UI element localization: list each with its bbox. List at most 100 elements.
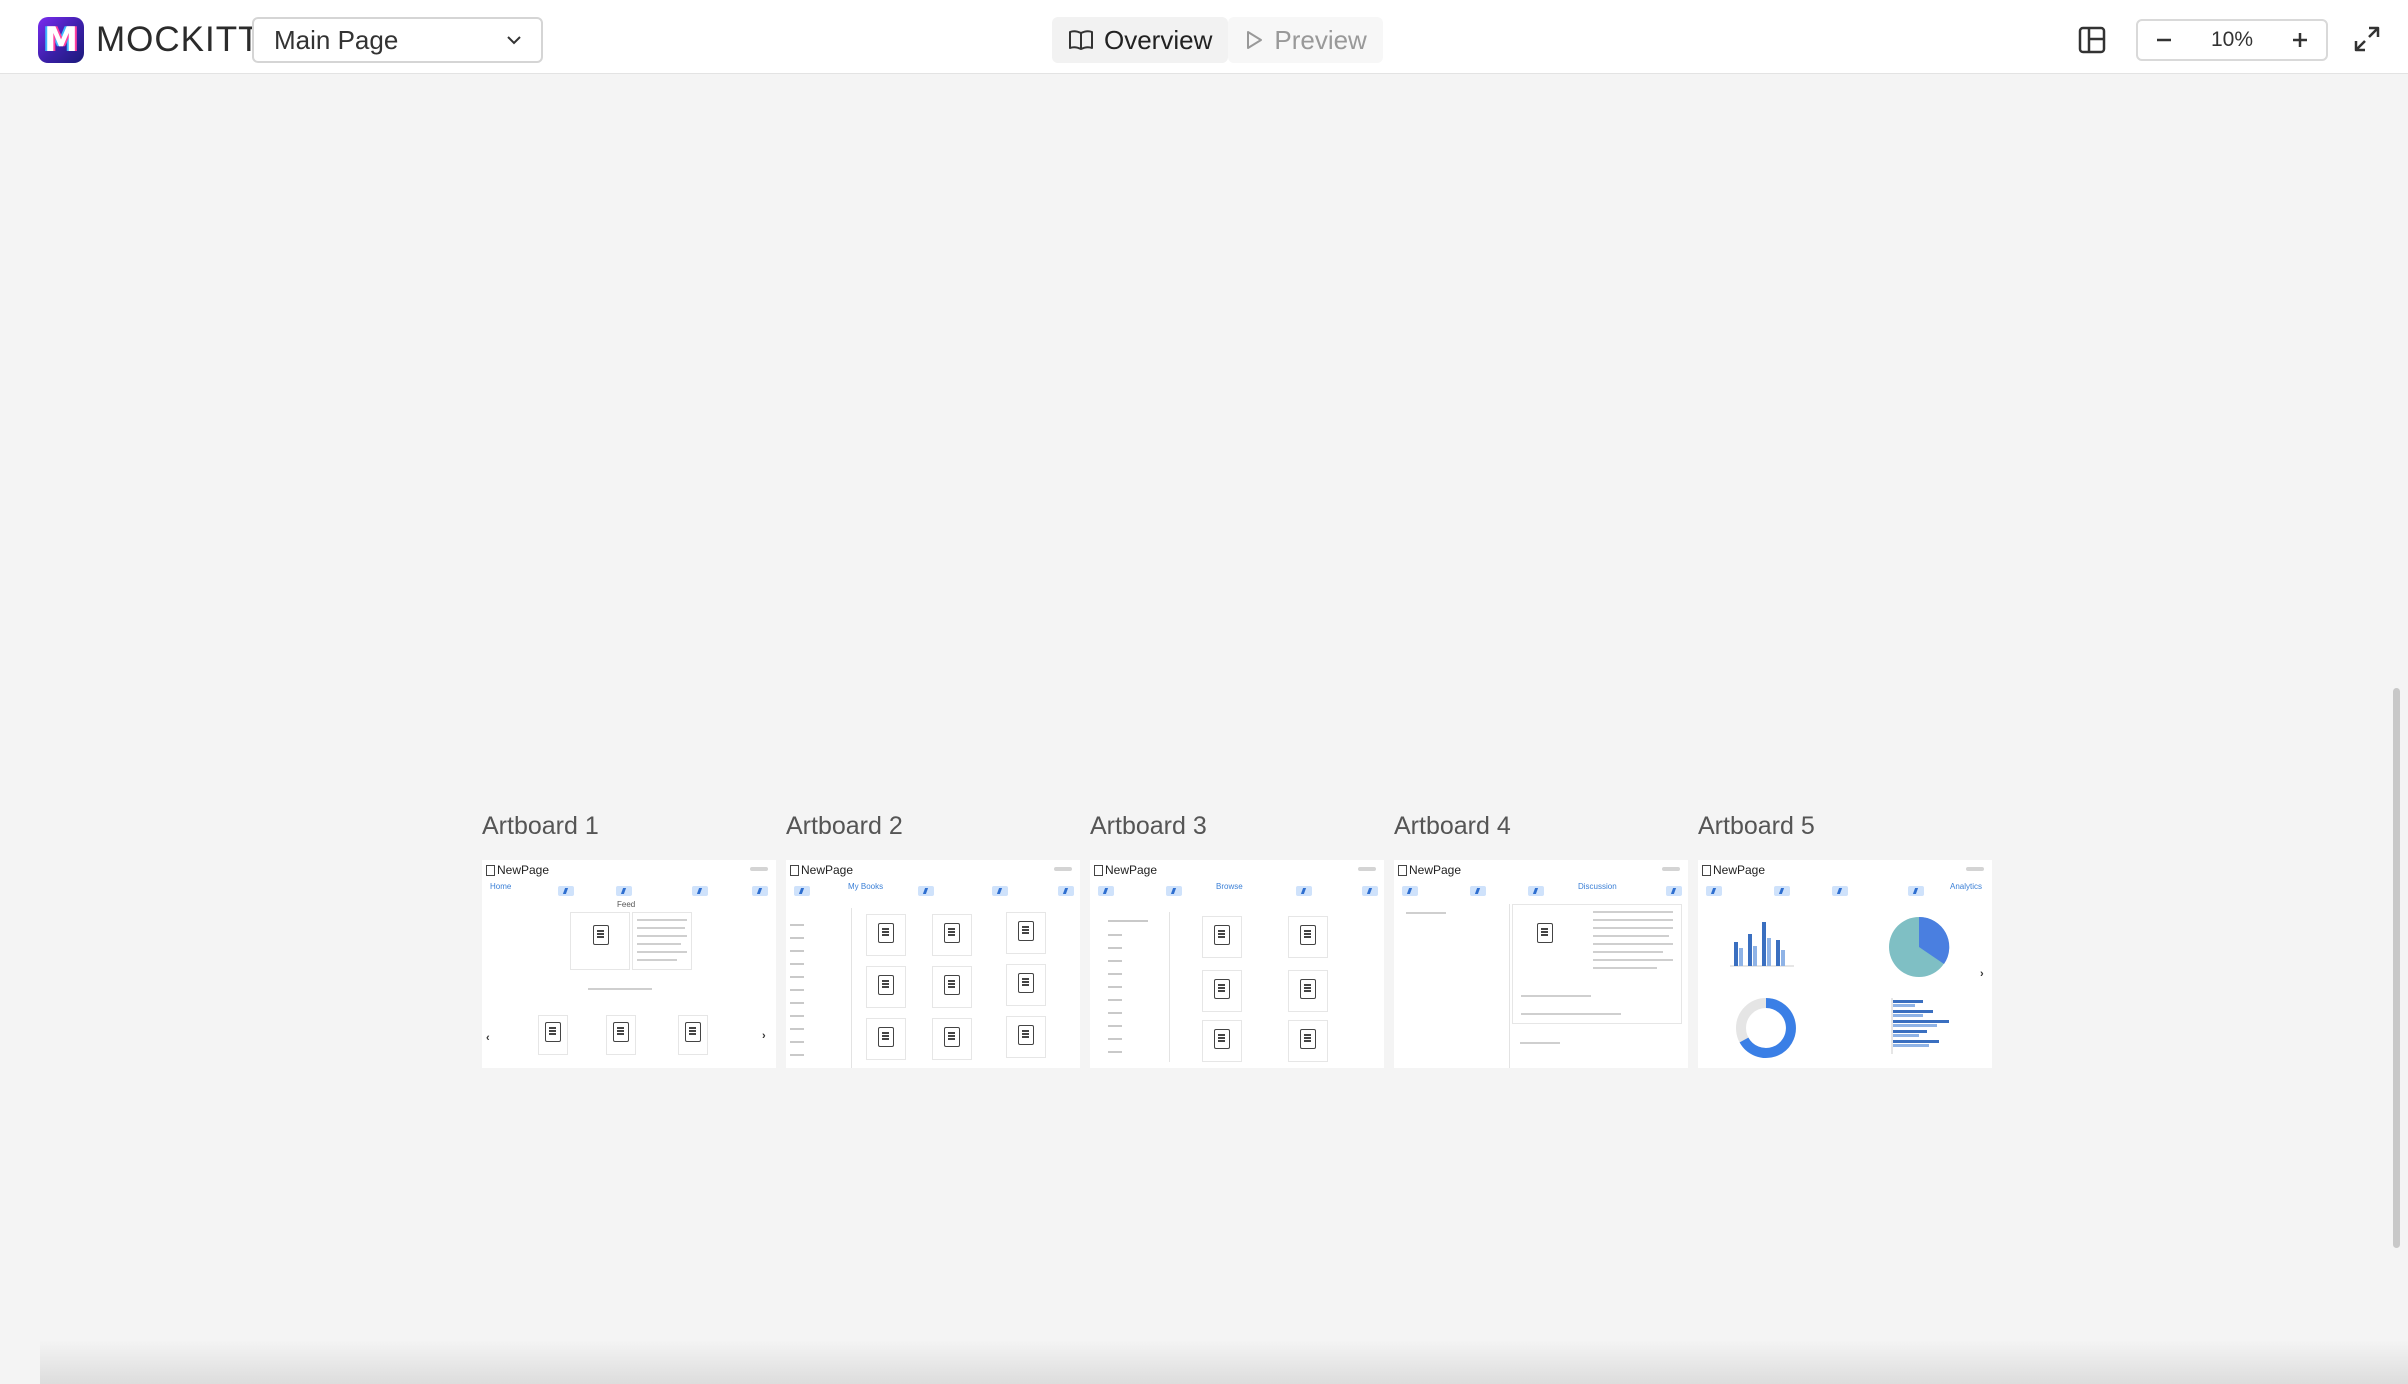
artboard-4[interactable]: Artboard 4 NewPage Discussion [1394, 808, 1688, 1068]
sidebar-line [1108, 1038, 1122, 1040]
mock-card [632, 912, 692, 970]
document-icon [1537, 923, 1553, 943]
artboard-title: Artboard 5 [1698, 812, 1815, 840]
top-toolbar: M MOCKITT Main Page Overview Preview 10% [0, 0, 2408, 74]
brand[interactable]: M MOCKITT [38, 17, 260, 63]
sidebar-line [790, 937, 804, 939]
zoom-out-icon[interactable] [2154, 30, 2174, 50]
sidebar-line [790, 950, 804, 952]
sidebar-line [1108, 960, 1122, 962]
tab-preview[interactable]: Preview [1228, 17, 1383, 63]
nav-chip [1706, 886, 1722, 896]
artboard-2[interactable]: Artboard 2 NewPage My Books [786, 808, 1080, 1068]
mock-card [1288, 916, 1328, 958]
mock-heading: NewPage [1094, 863, 1157, 877]
mock-user [1054, 867, 1072, 871]
sidebar-line [1108, 1051, 1122, 1053]
chevron-left-icon: ‹ [486, 1032, 490, 1044]
text-line [637, 919, 687, 921]
text-line [1593, 911, 1673, 913]
mock-heading: NewPage [790, 863, 853, 877]
page-icon [1398, 864, 1407, 876]
artboard-3[interactable]: Artboard 3 NewPage Browse [1090, 808, 1384, 1068]
nav-chip [1098, 886, 1114, 896]
mock-sidebar [786, 908, 852, 1068]
mock-card [1006, 912, 1046, 954]
canvas[interactable] [8, 75, 2398, 1384]
text-line [637, 935, 687, 937]
document-icon [944, 1027, 960, 1047]
nav-chip [1832, 886, 1848, 896]
sidebar-line [790, 1002, 804, 1004]
layout-panel-icon[interactable] [2076, 24, 2108, 56]
text-line [1521, 1013, 1621, 1015]
page-icon [1702, 864, 1711, 876]
mock-user [1966, 867, 1984, 871]
nav-chip [918, 886, 934, 896]
mock-card [570, 912, 630, 970]
sidebar-line [790, 924, 804, 926]
mock-card [866, 914, 906, 956]
vertical-scrollbar[interactable] [2393, 688, 2400, 1248]
chevron-down-icon [507, 36, 521, 45]
text-line [1593, 935, 1669, 937]
zoom-level[interactable]: 10% [2211, 28, 2253, 52]
mini-pie-chart [1889, 916, 1950, 977]
mock-card [1512, 904, 1682, 1024]
mock-card [866, 966, 906, 1008]
text-line [1593, 943, 1673, 945]
text-line [637, 951, 687, 953]
sidebar-line [1108, 1025, 1122, 1027]
mock-tab-active: Analytics [1950, 882, 1983, 891]
page-icon [486, 864, 495, 876]
mock-heading: NewPage [1398, 863, 1461, 877]
mock-heading: NewPage [1702, 863, 1765, 877]
mock-card [866, 1018, 906, 1060]
mock-card [932, 914, 972, 956]
document-icon [1214, 925, 1230, 945]
artboard-preview[interactable]: NewPage Home Feed ‹ › [482, 860, 776, 1068]
zoom-control: 10% [2136, 19, 2328, 61]
artboard-preview[interactable]: NewPage Analytics › [1698, 860, 1992, 1068]
mock-card [1288, 970, 1328, 1012]
artboard-title: Artboard 1 [482, 812, 599, 840]
artboard-preview[interactable]: NewPage Discussion [1394, 860, 1688, 1068]
sidebar-line [1108, 1012, 1122, 1014]
fullscreen-icon[interactable] [2352, 24, 2382, 54]
nav-chip [1402, 886, 1418, 896]
text-line [637, 943, 681, 945]
mock-card [932, 966, 972, 1008]
sidebar-line [1108, 986, 1122, 988]
document-icon [944, 975, 960, 995]
tab-overview-label: Overview [1104, 24, 1213, 55]
nav-chip [1296, 886, 1312, 896]
sidebar-line [1108, 973, 1122, 975]
mock-heading: NewPage [486, 863, 549, 877]
sidebar-line [1108, 934, 1122, 936]
mock-card [932, 1018, 972, 1060]
document-icon [685, 1022, 701, 1042]
artboard-preview[interactable]: NewPage Browse [1090, 860, 1384, 1068]
text-line [588, 988, 652, 990]
text-line [1593, 927, 1673, 929]
tab-overview[interactable]: Overview [1052, 17, 1229, 63]
mock-card [678, 1015, 708, 1055]
document-icon [593, 925, 609, 945]
page-select[interactable]: Main Page [252, 17, 543, 63]
mock-heading-text: NewPage [1409, 863, 1462, 877]
artboard-preview[interactable]: NewPage My Books [786, 860, 1080, 1068]
document-icon [613, 1022, 629, 1042]
text-line [1521, 995, 1591, 997]
mock-heading-text: NewPage [497, 863, 550, 877]
document-icon [1300, 1029, 1316, 1049]
artboard-5[interactable]: Artboard 5 NewPage Analytics › [1698, 808, 1992, 1068]
mock-card [538, 1015, 568, 1055]
document-icon [878, 1027, 894, 1047]
document-icon [1018, 973, 1034, 993]
mini-hbar-chart [1891, 998, 1949, 1054]
artboard-1[interactable]: Artboard 1 NewPage Home Feed ‹ › [482, 808, 776, 1068]
chevron-right-icon: › [762, 1030, 766, 1042]
zoom-in-icon[interactable] [2290, 30, 2310, 50]
nav-chip [1362, 886, 1378, 896]
artboard-title: Artboard 2 [786, 812, 903, 840]
